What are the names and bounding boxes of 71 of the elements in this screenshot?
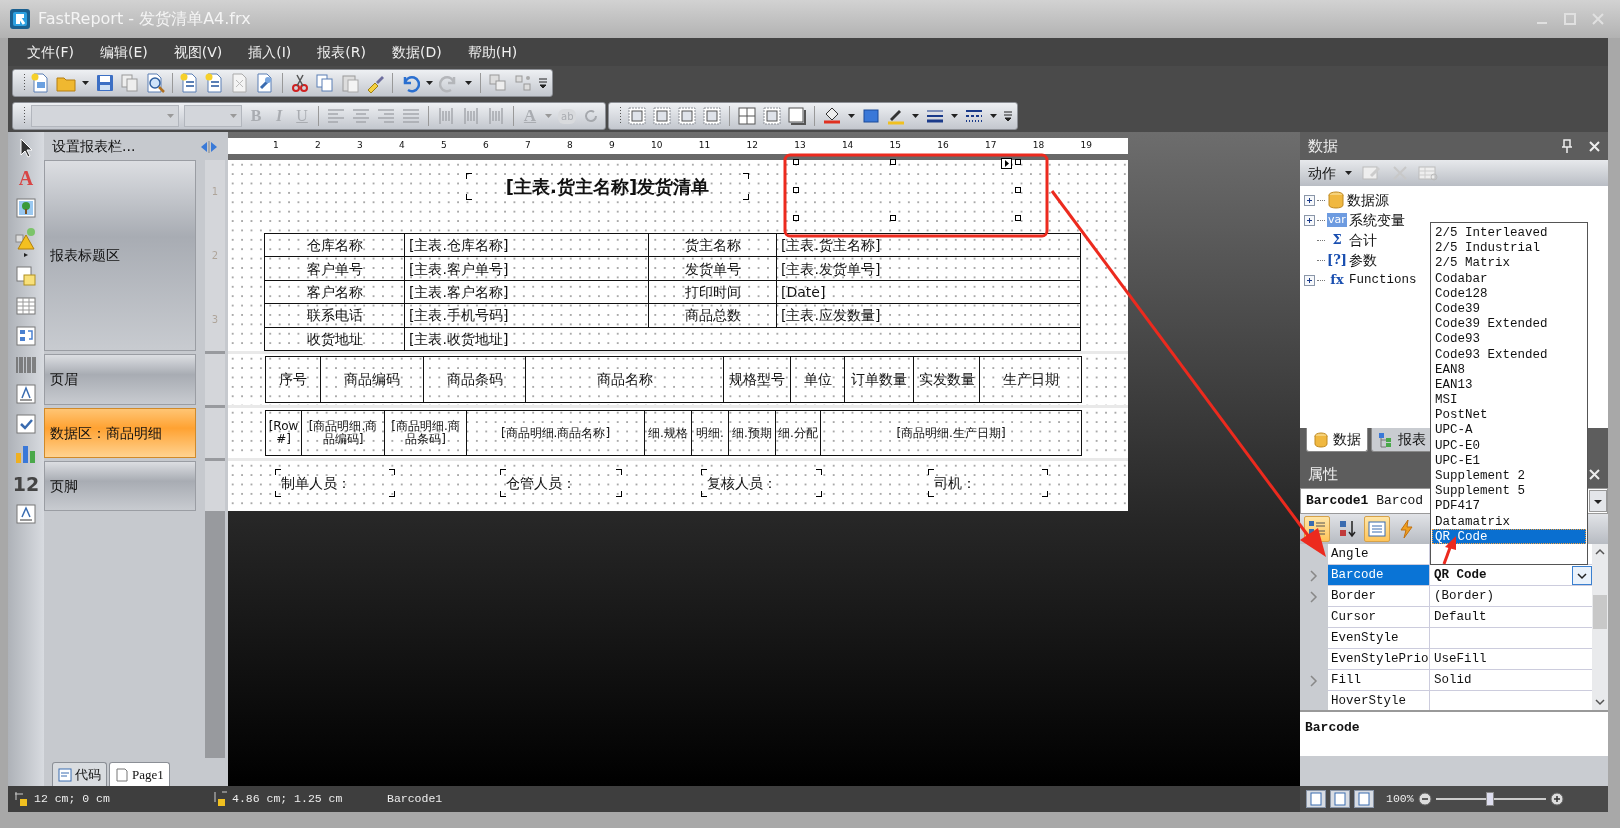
column-header: 订单数量 (844, 356, 914, 403)
ruler-number: 3 (357, 139, 363, 153)
ruler-number: 15 (889, 139, 902, 153)
field-label: 联系电话 (264, 303, 405, 328)
data-field: [商品明细.商品名称] (466, 410, 645, 456)
field-expression: [主表.仓库名称] (404, 233, 649, 257)
column-header: 单位 (790, 356, 845, 403)
column-header: 生产日期 (979, 356, 1082, 403)
data-field: 细.预期 (728, 410, 776, 456)
ruler-number: 19 (1080, 139, 1092, 153)
column-header: 实发数量 (913, 356, 980, 403)
ruler-number: 5 (441, 139, 447, 153)
field-label: 收货地址 (264, 327, 405, 351)
field-expression: [主表.客户单号] (404, 256, 649, 281)
zoom-level: 100% (1386, 791, 1414, 808)
field-label: 客户单号 (264, 256, 405, 281)
field-label: 商品总数 (648, 303, 777, 328)
field-expression: [主表.客户名称] (404, 280, 649, 304)
status-text: 12 cm; 0 cm (34, 791, 111, 808)
column-header: 商品名称 (525, 356, 724, 403)
ruler-number: 2 (211, 249, 219, 263)
field-expression: [主表.应发数量] (776, 303, 1081, 328)
ruler-number: 3 (211, 312, 219, 327)
column-header: 规格型号 (723, 356, 791, 403)
field-label: 发货单号 (648, 256, 777, 281)
column-header: 商品条码 (423, 356, 526, 403)
ruler-number: 12 (746, 139, 758, 153)
status-text: Barcode1 (387, 791, 443, 808)
ruler-number: 4 (399, 139, 405, 153)
field-expression: [主表.货主名称] (776, 233, 1081, 257)
status-text: 4.86 cm; 1.25 cm (232, 791, 344, 808)
data-field: [商品明细.商品编码] (301, 410, 385, 456)
panel-title: 设置报表栏... (52, 136, 136, 156)
ruler-number: 7 (525, 139, 531, 153)
ruler-number: 13 (794, 139, 806, 153)
ruler-number: 16 (937, 139, 949, 153)
field-label: 货主名称 (648, 233, 777, 257)
data-field: [商品明细.生产日期] (820, 410, 1082, 456)
field-label: 打印时间 (648, 280, 777, 304)
field-label: 客户名称 (264, 280, 405, 304)
ruler-number: 1 (273, 139, 279, 153)
data-field: 明细. (691, 410, 729, 456)
footer-label: 仓管人员： (500, 469, 622, 497)
field-label: 仓库名称 (264, 233, 405, 257)
ruler-number: 2 (315, 139, 321, 153)
data-field: [Row#] (265, 410, 302, 456)
footer-label: 复核人员： (701, 469, 822, 497)
ruler-number: 9 (609, 139, 615, 153)
panel-title: 属性 (1308, 463, 1338, 485)
ruler-number: 14 (841, 139, 854, 153)
footer-label: 制单人员： (275, 469, 395, 497)
field-expression: [主表.收货地址] (404, 327, 1081, 351)
field-expression: [主表.手机号码] (404, 303, 649, 328)
ruler-number: 17 (985, 139, 997, 153)
data-field: [商品明细.商品条码] (384, 410, 467, 456)
data-field: 细.规格 (644, 410, 692, 456)
ruler-number: 10 (651, 139, 663, 153)
ruler-number: 6 (483, 139, 489, 153)
panel-title: 数据 (1308, 135, 1338, 157)
footer-label: 司机： (928, 469, 1048, 497)
ruler-number: 1 (211, 185, 219, 200)
data-field: 细.分配 (775, 410, 821, 456)
ruler-number: 8 (567, 139, 573, 153)
report-title: [主表.货主名称]发货清单 (466, 173, 749, 200)
field-expression: [Date] (776, 280, 1081, 304)
column-header: 序号 (265, 356, 321, 403)
ruler-number: 18 (1032, 139, 1045, 153)
property-description: Barcode (1305, 720, 1360, 735)
ruler-number: 11 (698, 139, 711, 153)
column-header: 商品编码 (320, 356, 424, 403)
field-expression: [主表.发货单号] (776, 256, 1081, 281)
